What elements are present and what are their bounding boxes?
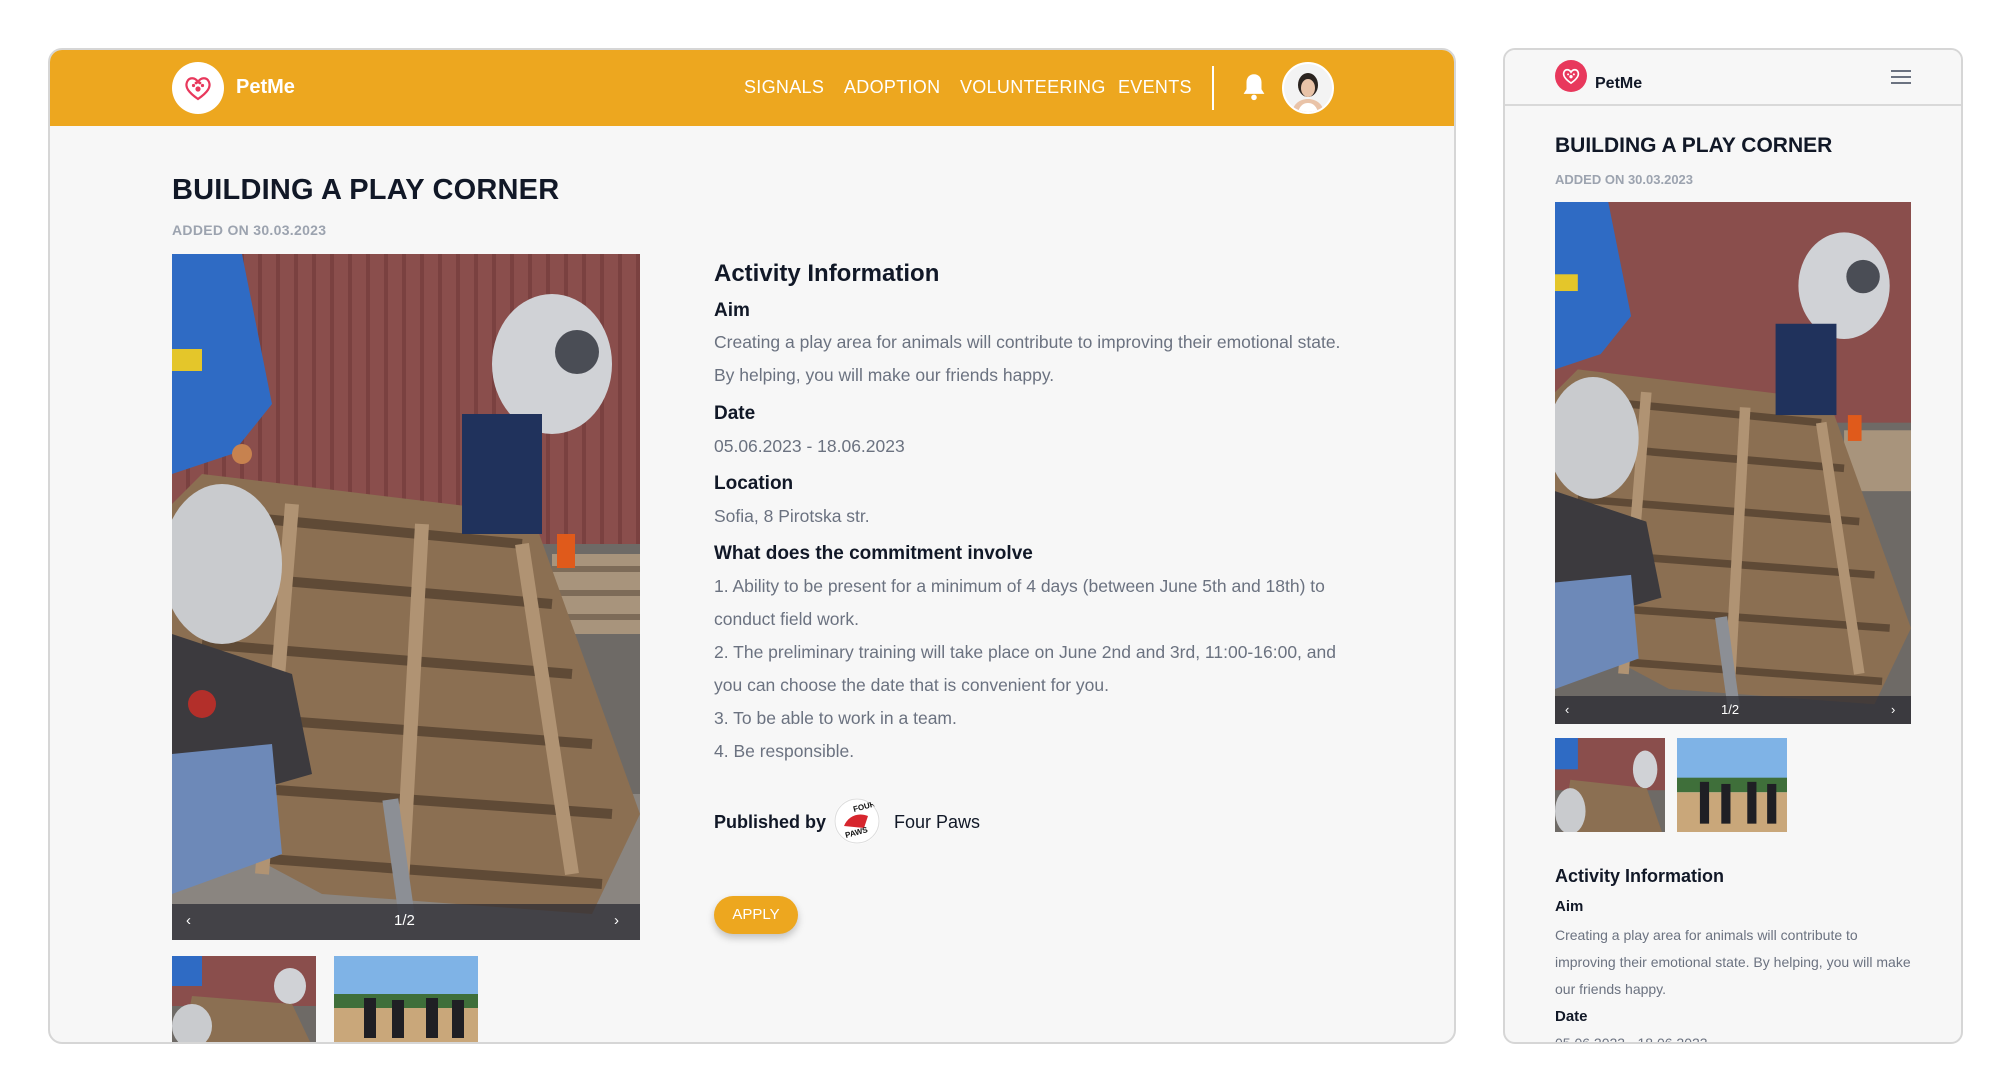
commitment-item: 3. To be able to work in a team. (714, 708, 957, 728)
mobile-header: PetMe (1505, 50, 1961, 106)
nav-adoption[interactable]: ADOPTION (844, 77, 940, 98)
gallery-counter: 1/2 (394, 912, 415, 929)
nav-divider (1212, 66, 1214, 110)
gallery-slider-bar: ‹ 1/2 › (172, 904, 640, 940)
thumbnail-1[interactable] (172, 956, 316, 1042)
commitment-item: 1. Ability to be present for a minimum o… (714, 576, 1325, 629)
mobile-main-photo[interactable]: ‹ 1/2 › (1555, 202, 1911, 724)
publisher-name-link[interactable]: Four Paws (894, 812, 980, 833)
page-title: BUILDING A PLAY CORNER (172, 174, 560, 206)
activity-info-heading: Activity Information (714, 260, 940, 287)
pallet-photo-image (172, 254, 640, 940)
pallet-photo-image (1555, 202, 1911, 724)
date-text: 05.06.2023 - 18.06.2023 (714, 436, 905, 456)
nav-events[interactable]: EVENTS (1118, 77, 1192, 98)
main-photo[interactable]: ‹ 1/2 › (172, 254, 640, 940)
location-label: Location (714, 473, 794, 494)
commitment-item: 4. Be responsible. (714, 741, 855, 761)
mobile-aim-text: Creating a play area for animals will co… (1555, 927, 1911, 997)
nav-signals[interactable]: SIGNALS (744, 77, 824, 98)
mobile-brand-name[interactable]: PetMe (1595, 75, 1642, 93)
chevron-left-icon[interactable]: ‹ (1565, 702, 1569, 717)
thumbnail-2[interactable] (334, 956, 478, 1042)
nav-volunteering[interactable]: VOLUNTEERING (960, 77, 1106, 98)
top-navbar: PetMe SIGNALS ADOPTION VOLUNTEERING EVEN… (50, 50, 1454, 126)
paw-heart-logo-icon (185, 77, 211, 101)
brand-name[interactable]: PetMe (236, 76, 295, 99)
commitment-label: What does the commitment involve (714, 543, 1033, 564)
hamburger-menu-icon[interactable] (1891, 70, 1911, 84)
mobile-view: PetMe BUILDING A PLAY CORNER ADDED ON 30… (1503, 48, 1963, 1044)
apply-button[interactable]: APPLY (714, 896, 798, 934)
mobile-thumbnail-1[interactable] (1555, 738, 1665, 832)
added-date: ADDED ON 30.03.2023 (172, 222, 327, 238)
commitment-item: 2. The preliminary training will take pl… (714, 642, 1336, 695)
mobile-activity-info-heading: Activity Information (1555, 866, 1725, 886)
chevron-right-icon[interactable]: › (614, 912, 619, 929)
mobile-thumbnail-2[interactable] (1677, 738, 1787, 832)
mobile-aim-label: Aim (1555, 898, 1584, 915)
published-by-label: Published by (714, 812, 827, 832)
mobile-page-title: BUILDING A PLAY CORNER (1555, 134, 1833, 157)
date-label: Date (714, 403, 756, 424)
aim-label: Aim (714, 300, 750, 321)
chevron-left-icon[interactable]: ‹ (186, 912, 191, 929)
user-avatar[interactable] (1282, 62, 1334, 114)
mobile-gallery-counter: 1/2 (1721, 702, 1740, 717)
mobile-date-label: Date (1555, 1008, 1588, 1025)
bell-icon[interactable] (1240, 72, 1268, 102)
aim-text: Creating a play area for animals will co… (714, 332, 1341, 385)
mobile-date-text: 05.06.2023 - 18.06.2023 (1555, 1035, 1708, 1044)
logo[interactable] (172, 62, 224, 114)
publisher-logo[interactable]: FOUR PAWS (834, 798, 880, 844)
chevron-right-icon[interactable]: › (1891, 702, 1895, 717)
paw-heart-logo-icon (1562, 68, 1580, 85)
mobile-gallery-slider-bar: ‹ 1/2 › (1555, 696, 1911, 724)
mobile-added-date: ADDED ON 30.03.2023 (1555, 172, 1694, 187)
location-text: Sofia, 8 Pirotska str. (714, 506, 870, 526)
mobile-logo[interactable] (1555, 60, 1587, 92)
desktop-view: PetMe SIGNALS ADOPTION VOLUNTEERING EVEN… (48, 48, 1456, 1044)
